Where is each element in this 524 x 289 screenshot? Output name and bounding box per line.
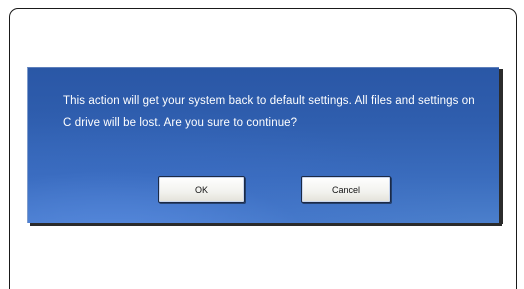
cancel-button[interactable]: Cancel xyxy=(301,176,391,203)
dialog-message: This action will get your system back to… xyxy=(63,95,475,129)
confirmation-dialog: This action will get your system back to… xyxy=(27,67,503,224)
ok-button[interactable]: OK xyxy=(158,176,245,203)
